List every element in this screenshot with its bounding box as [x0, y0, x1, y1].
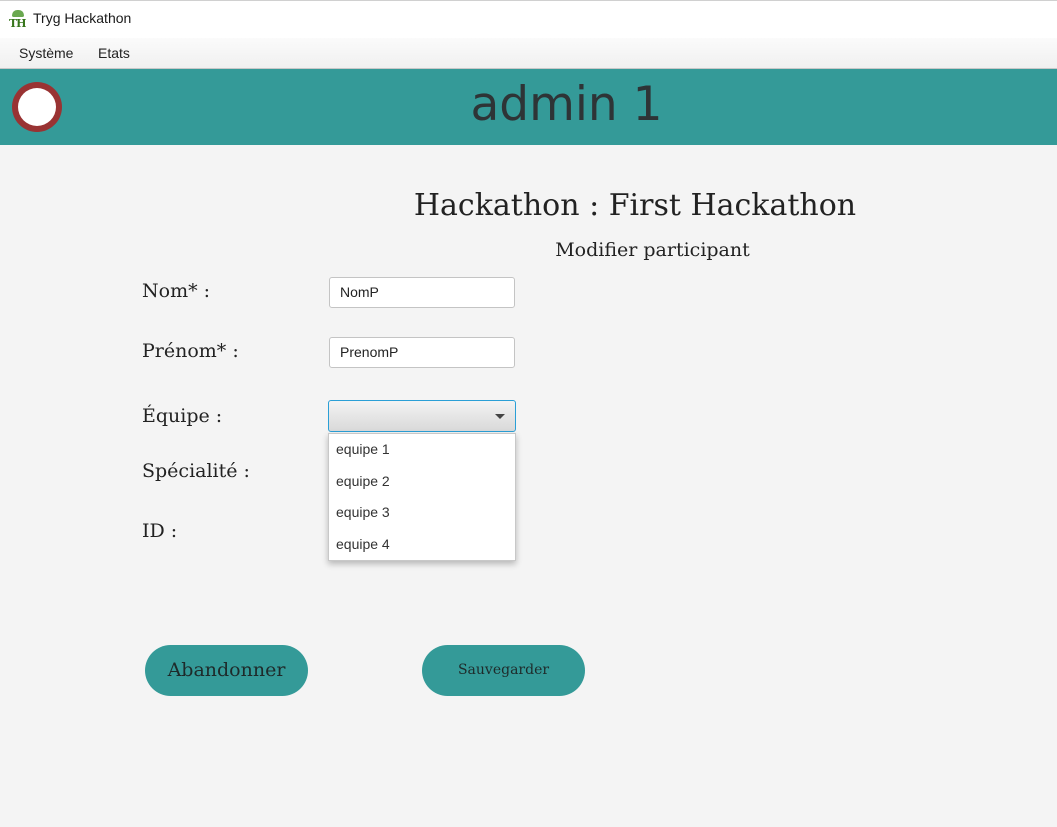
- user-name: admin 1: [470, 77, 663, 132]
- nom-label: Nom* :: [142, 280, 211, 302]
- abandonner-button[interactable]: Abandonner: [145, 645, 308, 696]
- app-logo-icon: TH: [9, 10, 27, 30]
- dropdown-option-equipe-1[interactable]: equipe 1: [329, 434, 515, 466]
- hackathon-title: Hackathon : First Hackathon: [413, 188, 857, 223]
- window-title: Tryg Hackathon: [33, 10, 132, 26]
- prenom-label: Prénom* :: [142, 340, 239, 362]
- chevron-down-icon: [495, 414, 505, 419]
- specialite-label: Spécialité :: [142, 460, 250, 482]
- menu-bar: Système Etats: [0, 38, 1057, 69]
- nom-input[interactable]: NomP: [329, 277, 515, 308]
- menu-etats[interactable]: Etats: [96, 45, 132, 61]
- page-subtitle: Modifier participant: [555, 239, 750, 261]
- dropdown-option-equipe-4[interactable]: equipe 4: [329, 529, 515, 561]
- header-band: admin 1: [0, 69, 1057, 145]
- prenom-input[interactable]: PrenomP: [329, 337, 515, 368]
- equipe-select[interactable]: [328, 400, 516, 432]
- dropdown-option-equipe-3[interactable]: equipe 3: [329, 497, 515, 529]
- dropdown-option-equipe-2[interactable]: equipe 2: [329, 466, 515, 498]
- menu-systeme[interactable]: Système: [17, 45, 75, 61]
- equipe-label: Équipe :: [142, 405, 223, 427]
- title-bar: TH Tryg Hackathon: [0, 0, 1057, 38]
- sauvegarder-button[interactable]: Sauvegarder: [422, 645, 585, 696]
- equipe-dropdown-list: equipe 1 equipe 2 equipe 3 equipe 4: [328, 433, 516, 561]
- id-label: ID :: [142, 520, 178, 542]
